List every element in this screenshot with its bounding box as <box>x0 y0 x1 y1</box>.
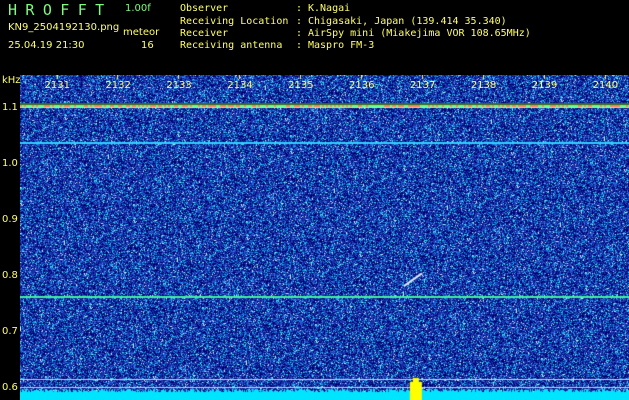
x-tick-label: 2139 <box>531 80 558 91</box>
x-tick-label: 2135 <box>288 80 314 91</box>
antenna-value: Maspro FM-3 <box>308 40 375 51</box>
app-version: 1.00f <box>125 3 151 14</box>
echo-count: 16 <box>141 40 154 51</box>
file-name: KN9_2504192130.png <box>8 22 120 33</box>
y-tick-label: 0.9 <box>2 213 18 225</box>
observer-value: K.Nagai <box>308 3 351 14</box>
x-tick-label: 2134 <box>227 80 253 91</box>
separator: : <box>296 28 303 39</box>
separator: : <box>296 3 303 14</box>
x-tick-label: 2140 <box>592 80 619 91</box>
header-panel: HROFFT 1.00f KN9_2504192130.png meteor 2… <box>0 0 629 75</box>
x-tick-label: 2138 <box>470 80 497 91</box>
receiver-value: AirSpy mini (Miakejima VOR 108.65MHz) <box>308 28 531 39</box>
location-value: Chigasaki, Japan (139.414 35.340) <box>308 16 507 27</box>
receiver-key: Receiver <box>180 28 229 39</box>
y-tick-label: 1.1 <box>2 101 18 113</box>
y-axis-unit-label: kHz <box>2 75 21 86</box>
y-tick-label: 1.0 <box>2 157 18 169</box>
y-tick-label: 0.8 <box>2 269 18 281</box>
app-logo: HROFFT <box>8 1 113 19</box>
separator: : <box>296 16 303 27</box>
y-tick-label: 0.6 <box>2 381 18 393</box>
antenna-key: Receiving antenna <box>180 40 283 51</box>
x-tick-label: 2132 <box>105 80 131 91</box>
separator: : <box>296 40 303 51</box>
y-tick-label: 0.7 <box>2 325 18 337</box>
spectrogram-plot[interactable] <box>20 75 629 400</box>
x-tick-label: 2131 <box>44 80 70 91</box>
x-tick-label: 2133 <box>166 80 192 91</box>
observer-key: Observer <box>180 3 229 14</box>
x-tick-label: 2137 <box>409 80 436 91</box>
location-key: Receiving Location <box>180 16 289 27</box>
x-tick-label: 2136 <box>349 80 375 91</box>
mode-label: meteor <box>123 27 160 38</box>
date-time: 25.04.19 21:30 <box>8 40 85 51</box>
